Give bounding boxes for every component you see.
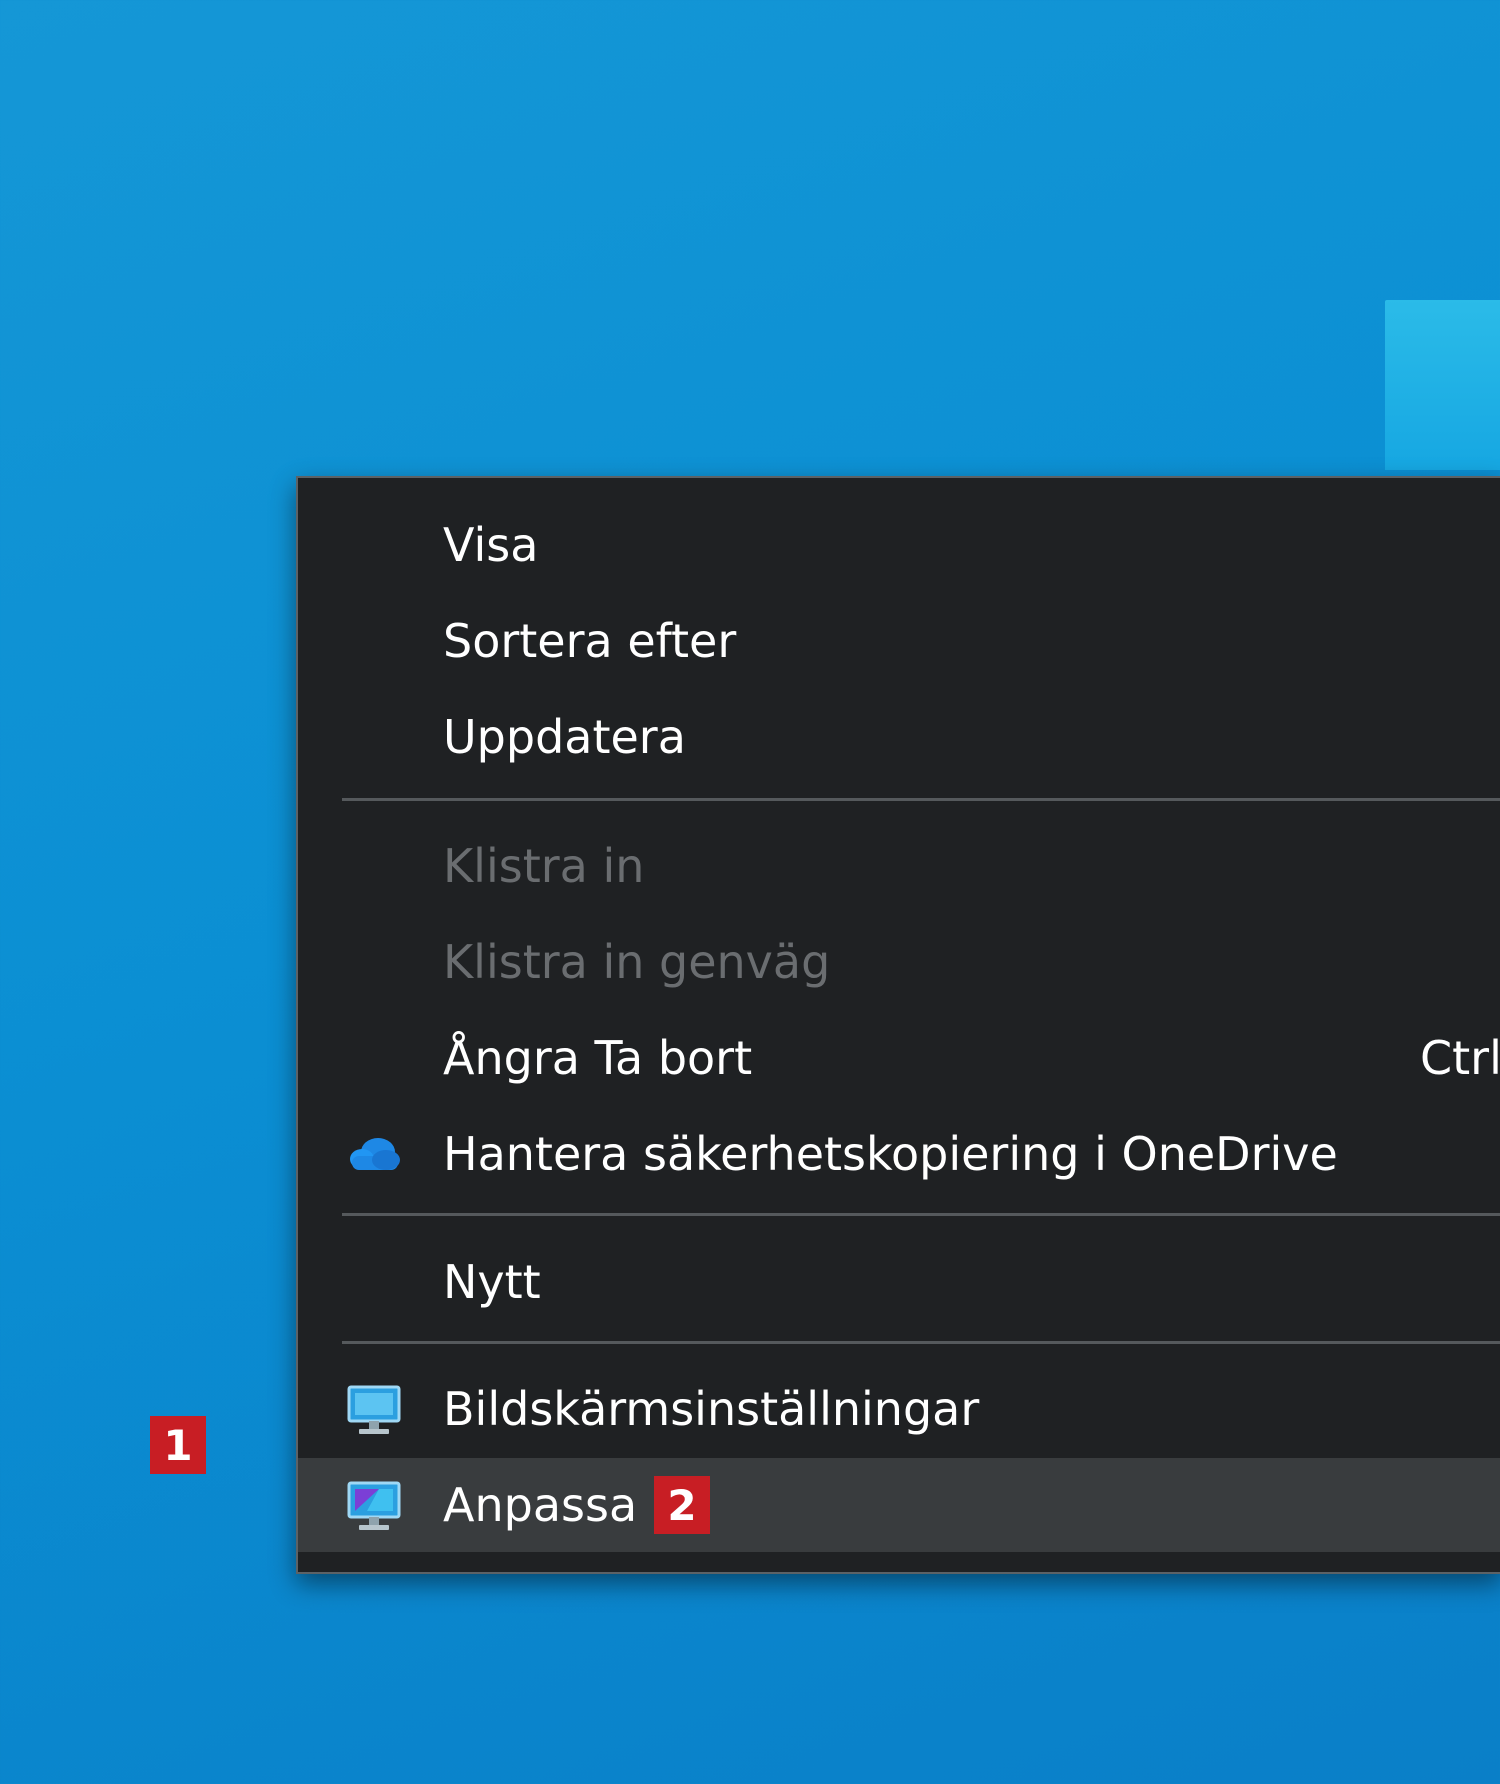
menu-item-label: Hantera säkerhetskopiering i OneDrive (443, 1127, 1338, 1181)
menu-item-label: Visa (443, 518, 539, 572)
menu-item-sortera-efter[interactable]: Sortera efter (298, 594, 1500, 688)
menu-separator (342, 798, 1500, 801)
display-settings-icon (344, 1379, 404, 1439)
menu-item-onedrive-backup[interactable]: Hantera säkerhetskopiering i OneDrive (298, 1107, 1500, 1201)
menu-item-anpassa[interactable]: Anpassa 2 (298, 1458, 1500, 1552)
menu-item-label: Klistra in genväg (443, 935, 831, 989)
menu-item-visa[interactable]: Visa (298, 498, 1500, 592)
onedrive-cloud-icon (344, 1124, 404, 1184)
annotation-badge-2: 2 (654, 1476, 710, 1534)
menu-item-label: Uppdatera (443, 710, 686, 764)
personalize-icon (344, 1475, 404, 1535)
annotation-badge-1: 1 (150, 1416, 206, 1474)
menu-item-label: Anpassa (443, 1478, 638, 1532)
menu-item-label: Nytt (443, 1255, 541, 1309)
menu-item-bildskarmsinstallningar[interactable]: Bildskärmsinställningar (298, 1362, 1500, 1456)
desktop-context-menu: Visa Sortera efter Uppdatera Klistra in … (296, 476, 1500, 1574)
menu-item-nytt[interactable]: Nytt (298, 1235, 1500, 1329)
menu-item-label: Sortera efter (443, 614, 737, 668)
menu-item-angra-ta-bort[interactable]: Ångra Ta bort Ctrl (298, 1011, 1500, 1105)
menu-separator (342, 1213, 1500, 1216)
menu-item-klistra-in-genvag: Klistra in genväg (298, 915, 1500, 1009)
menu-item-klistra-in: Klistra in (298, 819, 1500, 913)
menu-item-uppdatera[interactable]: Uppdatera (298, 690, 1500, 784)
menu-item-label: Bildskärmsinställningar (443, 1382, 980, 1436)
menu-separator (342, 1341, 1500, 1344)
menu-item-label: Ångra Ta bort (443, 1031, 753, 1085)
menu-item-label: Klistra in (443, 839, 645, 893)
menu-item-shortcut: Ctrl (1420, 1031, 1500, 1085)
window-light-shape (1385, 300, 1500, 470)
